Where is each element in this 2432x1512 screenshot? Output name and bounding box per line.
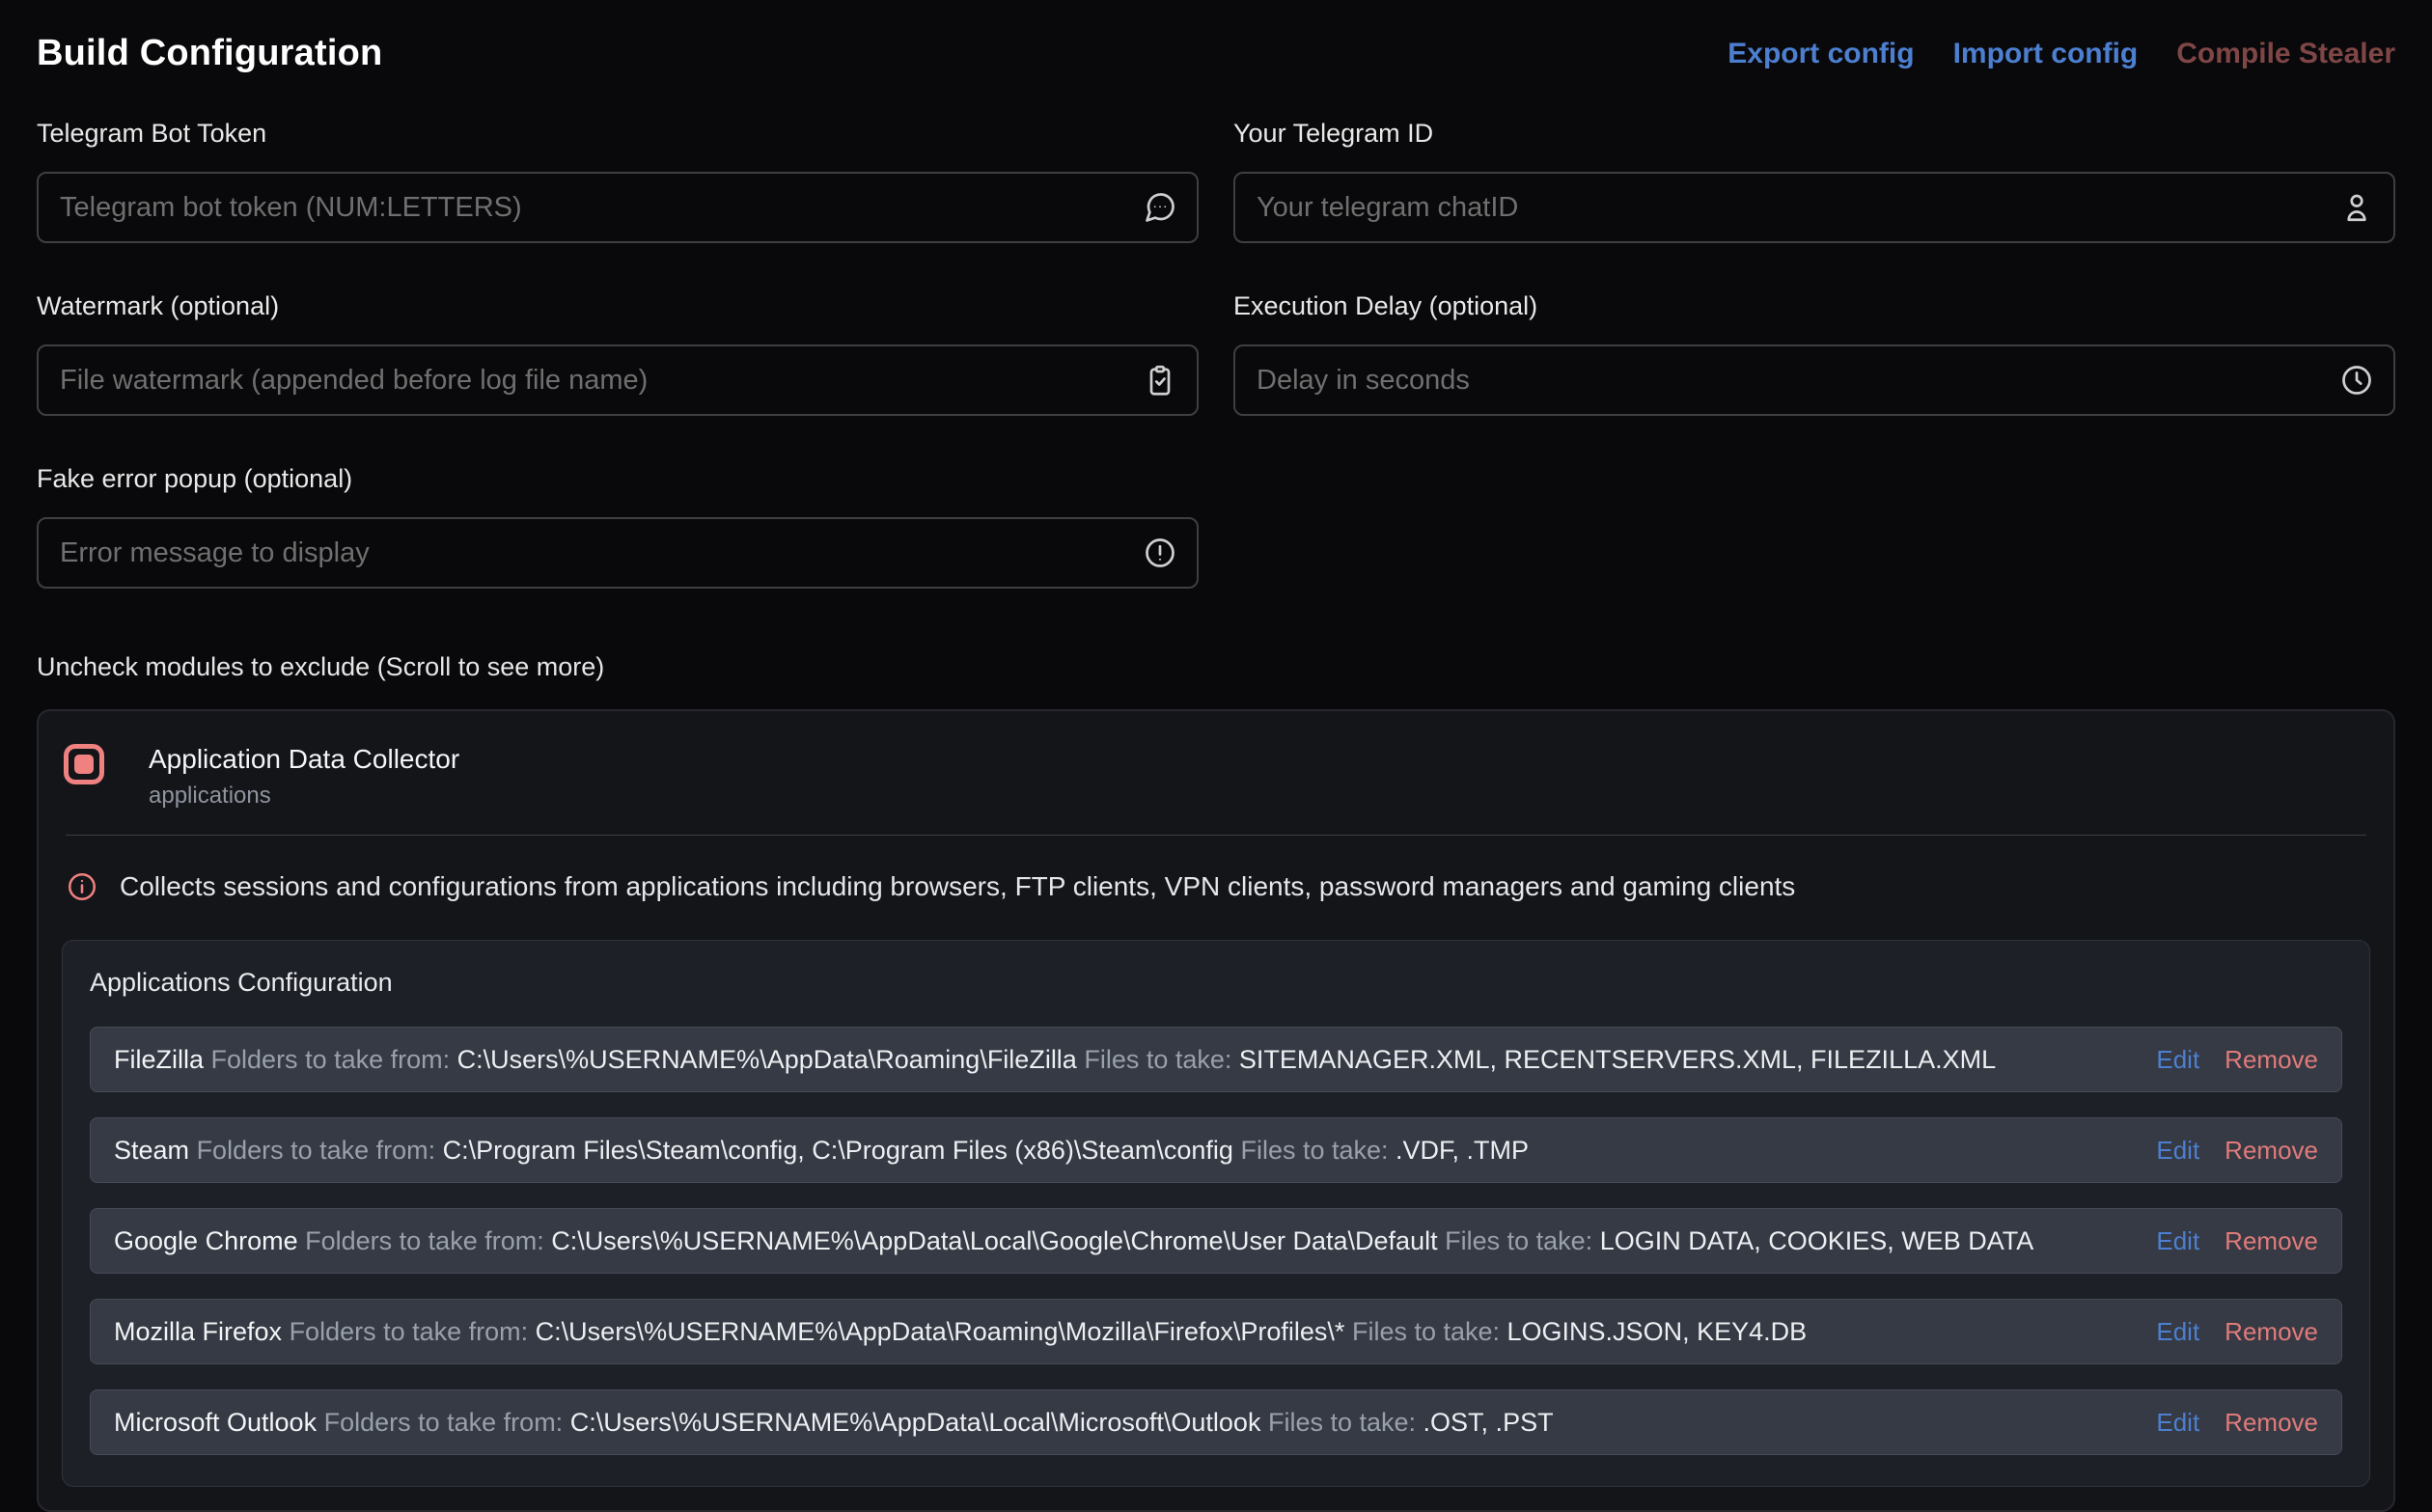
config-form: Telegram Bot Token Your Telegram ID (37, 119, 2395, 637)
telegram-bot-token-input[interactable] (37, 172, 1199, 243)
remove-button[interactable]: Remove (2225, 1317, 2318, 1347)
execution-delay-input-wrap (1233, 344, 2395, 416)
watermark-input[interactable] (37, 344, 1199, 416)
export-config-button[interactable]: Export config (1727, 38, 1914, 70)
module-title-block: Application Data Collector applications (149, 744, 459, 810)
page-title: Build Configuration (37, 33, 382, 74)
files-label: Files to take: (1084, 1045, 1231, 1074)
module-id: applications (149, 783, 459, 810)
files-value: .VDF, .TMP (1396, 1136, 1529, 1165)
folders-label: Folders to take from: (197, 1136, 436, 1165)
app-row-filezilla: FileZilla Folders to take from: C:\Users… (90, 1027, 2342, 1092)
module-description: Collects sessions and configurations fro… (120, 871, 1795, 902)
files-value: LOGIN DATA, COOKIES, WEB DATA (1600, 1226, 2034, 1255)
import-config-button[interactable]: Import config (1953, 38, 2139, 70)
edit-button[interactable]: Edit (2156, 1226, 2199, 1256)
info-circle-icon (66, 870, 98, 903)
files-label: Files to take: (1352, 1317, 1500, 1346)
user-icon (2339, 190, 2374, 225)
field-telegram-id: Your Telegram ID (1233, 119, 2395, 243)
modules-panel: Application Data Collector applications … (37, 709, 2395, 1512)
app-row-actions: Edit Remove (2156, 1226, 2318, 1256)
telegram-bot-token-input-wrap (37, 172, 1199, 243)
message-circle-icon (1143, 190, 1177, 225)
remove-button[interactable]: Remove (2225, 1136, 2318, 1166)
applications-config-title: Applications Configuration (90, 968, 2342, 998)
folders-label: Folders to take from: (290, 1317, 529, 1346)
remove-button[interactable]: Remove (2225, 1045, 2318, 1075)
fake-error-popup-input[interactable] (37, 517, 1199, 589)
watermark-input-wrap (37, 344, 1199, 416)
fake-error-popup-label: Fake error popup (optional) (37, 464, 1199, 494)
edit-button[interactable]: Edit (2156, 1136, 2199, 1166)
module-info-row: Collects sessions and configurations fro… (39, 836, 2393, 938)
applications-config-panel: Applications Configuration FileZilla Fol… (62, 940, 2370, 1487)
app-row-steam: Steam Folders to take from: C:\Program F… (90, 1117, 2342, 1183)
app-row-text: Mozilla Firefox Folders to take from: C:… (114, 1313, 2156, 1350)
telegram-id-label: Your Telegram ID (1233, 119, 2395, 149)
app-row-mozilla-firefox: Mozilla Firefox Folders to take from: C:… (90, 1299, 2342, 1364)
files-label: Files to take: (1240, 1136, 1388, 1165)
telegram-id-input-wrap (1233, 172, 2395, 243)
remove-button[interactable]: Remove (2225, 1408, 2318, 1438)
files-label: Files to take: (1268, 1408, 1416, 1437)
folders-value: C:\Program Files\Steam\config, C:\Progra… (443, 1136, 1233, 1165)
clipboard-check-icon (1143, 363, 1177, 398)
folders-label: Folders to take from: (324, 1408, 564, 1437)
execution-delay-input[interactable] (1233, 344, 2395, 416)
folders-value: C:\Users\%USERNAME%\AppData\Local\Google… (551, 1226, 1437, 1255)
files-value: SITEMANAGER.XML, RECENTSERVERS.XML, FILE… (1239, 1045, 1996, 1074)
app-row-text: Google Chrome Folders to take from: C:\U… (114, 1223, 2156, 1259)
folders-value: C:\Users\%USERNAME%\AppData\Local\Micros… (570, 1408, 1261, 1437)
app-name: Microsoft Outlook (114, 1408, 317, 1437)
files-value: LOGINS.JSON, KEY4.DB (1507, 1317, 1808, 1346)
edit-button[interactable]: Edit (2156, 1317, 2199, 1347)
clock-icon (2339, 363, 2374, 398)
edit-button[interactable]: Edit (2156, 1408, 2199, 1438)
module-checkbox[interactable] (64, 744, 104, 784)
build-configuration-page: Build Configuration Export config Import… (0, 0, 2432, 1512)
app-name: Google Chrome (114, 1226, 298, 1255)
app-row-microsoft-outlook: Microsoft Outlook Folders to take from: … (90, 1389, 2342, 1455)
files-value: .OST, .PST (1423, 1408, 1554, 1437)
app-row-google-chrome: Google Chrome Folders to take from: C:\U… (90, 1208, 2342, 1274)
module-title: Application Data Collector (149, 744, 459, 775)
app-name: Steam (114, 1136, 189, 1165)
app-row-text: Microsoft Outlook Folders to take from: … (114, 1404, 2156, 1441)
module-header-applications: Application Data Collector applications (39, 711, 2393, 835)
app-name: FileZilla (114, 1045, 204, 1074)
watermark-label: Watermark (optional) (37, 291, 1199, 321)
app-row-actions: Edit Remove (2156, 1408, 2318, 1438)
folders-value: C:\Users\%USERNAME%\AppData\Roaming\Mozi… (536, 1317, 1345, 1346)
alert-circle-icon (1143, 536, 1177, 570)
folders-value: C:\Users\%USERNAME%\AppData\Roaming\File… (457, 1045, 1077, 1074)
edit-button[interactable]: Edit (2156, 1045, 2199, 1075)
field-watermark: Watermark (optional) (37, 291, 1199, 416)
folders-label: Folders to take from: (305, 1226, 544, 1255)
remove-button[interactable]: Remove (2225, 1226, 2318, 1256)
app-row-actions: Edit Remove (2156, 1136, 2318, 1166)
checkbox-checked-mark (74, 755, 94, 774)
page-header: Build Configuration Export config Import… (37, 0, 2395, 74)
app-row-actions: Edit Remove (2156, 1045, 2318, 1075)
files-label: Files to take: (1445, 1226, 1592, 1255)
fake-error-popup-input-wrap (37, 517, 1199, 589)
modules-section-heading: Uncheck modules to exclude (Scroll to se… (37, 652, 2395, 682)
field-fake-error-popup: Fake error popup (optional) (37, 464, 1199, 589)
app-row-text: FileZilla Folders to take from: C:\Users… (114, 1041, 2156, 1078)
app-row-text: Steam Folders to take from: C:\Program F… (114, 1132, 2156, 1168)
telegram-bot-token-label: Telegram Bot Token (37, 119, 1199, 149)
telegram-id-input[interactable] (1233, 172, 2395, 243)
header-actions: Export config Import config Compile Stea… (1727, 38, 2395, 70)
app-row-actions: Edit Remove (2156, 1317, 2318, 1347)
field-telegram-bot-token: Telegram Bot Token (37, 119, 1199, 243)
field-execution-delay: Execution Delay (optional) (1233, 291, 2395, 416)
app-name: Mozilla Firefox (114, 1317, 282, 1346)
compile-stealer-button[interactable]: Compile Stealer (2176, 38, 2395, 70)
folders-label: Folders to take from: (211, 1045, 451, 1074)
execution-delay-label: Execution Delay (optional) (1233, 291, 2395, 321)
